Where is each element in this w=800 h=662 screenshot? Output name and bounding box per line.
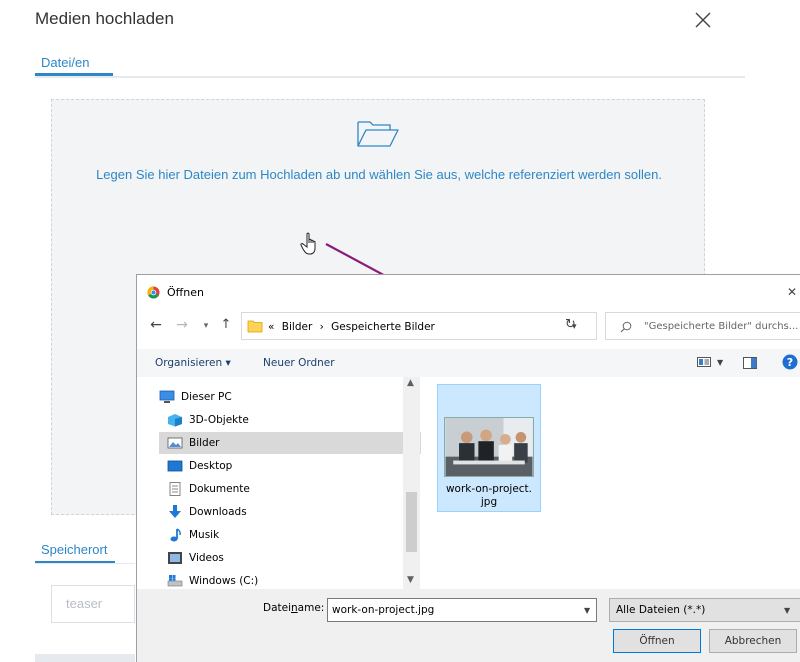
3d-objects-icon xyxy=(168,414,182,427)
breadcrumb: « Bilder › Gespeicherte Bilder xyxy=(268,321,439,333)
tree-label: Desktop xyxy=(189,460,233,472)
folder-open-icon xyxy=(357,121,399,147)
file-name-line2: jpg xyxy=(480,496,498,508)
back-arrow-icon[interactable]: ← xyxy=(149,317,163,333)
search-input[interactable]: "Gespeicherte Bilder" durchs... xyxy=(605,312,800,340)
dialog-title: Öffnen xyxy=(167,286,204,299)
tree-item-3d-objekte[interactable]: 3D-Objekte xyxy=(167,409,429,431)
tab-divider xyxy=(35,76,745,78)
chrome-icon xyxy=(147,286,160,299)
file-thumbnail xyxy=(444,417,534,477)
downloads-icon xyxy=(169,505,181,518)
folder-icon xyxy=(247,320,263,333)
filename-label-part: ame: xyxy=(297,602,325,614)
bottom-strip xyxy=(35,654,135,662)
file-item[interactable]: work-on-project. jpg xyxy=(437,384,541,512)
filename-dropdown-chevron-icon[interactable]: ▼ xyxy=(584,606,590,615)
help-icon[interactable]: ? xyxy=(782,354,798,370)
navigation-scrollbar[interactable]: ▲ ▼ xyxy=(403,377,420,589)
tree-label: Windows (C:) xyxy=(189,575,259,587)
tab-files[interactable]: Datei/en xyxy=(41,55,89,70)
forward-arrow-icon[interactable]: → xyxy=(175,317,189,333)
file-name: work-on-project. jpg xyxy=(438,483,540,509)
location-divider xyxy=(35,563,135,564)
search-placeholder: "Gespeicherte Bilder" durchs... xyxy=(644,321,799,332)
up-arrow-icon[interactable]: ↑ xyxy=(219,317,233,332)
tree-label: Downloads xyxy=(189,506,247,518)
filename-label-part: Datei xyxy=(263,602,292,614)
view-options-chevron-icon[interactable]: ▼ xyxy=(717,358,723,367)
organize-button[interactable]: Organisieren ▾ xyxy=(155,357,231,369)
file-type-value: Alle Dateien (*.*) xyxy=(616,604,706,616)
desktop-icon xyxy=(167,460,183,472)
recent-locations-chevron-icon[interactable]: ▾ xyxy=(199,321,213,331)
file-name-line1: work-on-project. xyxy=(445,483,533,495)
tree-label: 3D-Objekte xyxy=(189,414,249,426)
tree-label: Videos xyxy=(189,552,224,564)
close-icon[interactable] xyxy=(693,10,713,30)
open-button[interactable]: Öffnen xyxy=(613,629,701,653)
breadcrumb-overflow[interactable]: « xyxy=(268,321,274,333)
filename-value: work-on-project.jpg xyxy=(332,604,435,616)
preview-pane-icon[interactable] xyxy=(743,357,757,369)
file-type-select[interactable]: Alle Dateien (*.*) ▼ xyxy=(609,598,800,622)
modal-title: Medien hochladen xyxy=(35,9,174,28)
open-file-dialog: Öffnen ✕ ← → ▾ ↑ « Bilder › Gespeicherte… xyxy=(136,274,800,662)
file-type-chevron-icon[interactable]: ▼ xyxy=(784,606,790,615)
location-input[interactable]: teaser xyxy=(51,585,135,623)
breadcrumb-item-bilder[interactable]: Bilder xyxy=(282,321,312,333)
scroll-down-icon[interactable]: ▼ xyxy=(407,575,414,585)
pictures-icon xyxy=(167,437,183,449)
tree-item-desktop[interactable]: Desktop xyxy=(167,455,429,477)
dialog-footer: Dateiname: work-on-project.jpg ▼ Alle Da… xyxy=(137,589,800,662)
tree-label: Dokumente xyxy=(189,483,250,495)
svg-text:?: ? xyxy=(787,356,793,369)
computer-icon xyxy=(159,390,175,403)
dialog-toolbar: Organisieren ▾ Neuer Ordner ▼ ? xyxy=(137,349,800,377)
view-options-icon[interactable] xyxy=(697,357,711,367)
file-list-pane: work-on-project. jpg xyxy=(421,377,800,589)
tree-item-videos[interactable]: Videos xyxy=(167,547,429,569)
filename-label: Dateiname: xyxy=(263,602,324,614)
drive-icon xyxy=(167,575,183,587)
filename-input[interactable]: work-on-project.jpg ▼ xyxy=(327,598,597,622)
breadcrumb-item-gespeicherte-bilder[interactable]: Gespeicherte Bilder xyxy=(331,321,435,333)
tree-label: Dieser PC xyxy=(181,391,232,403)
documents-icon xyxy=(169,482,181,496)
tree-label: Bilder xyxy=(189,437,220,449)
search-icon xyxy=(620,321,632,333)
scroll-up-icon[interactable]: ▲ xyxy=(407,378,414,388)
tree-item-dokumente[interactable]: Dokumente xyxy=(167,478,429,500)
tree-label: Musik xyxy=(189,529,220,541)
refresh-icon[interactable]: ↻ xyxy=(565,317,576,332)
tab-location[interactable]: Speicherort xyxy=(41,542,107,557)
new-folder-button[interactable]: Neuer Ordner xyxy=(263,357,335,369)
cancel-button[interactable]: Abbrechen xyxy=(709,629,797,653)
scroll-thumb[interactable] xyxy=(406,492,417,552)
videos-icon xyxy=(168,552,182,564)
dialog-titlebar: Öffnen ✕ xyxy=(137,275,800,307)
dialog-close-icon[interactable]: ✕ xyxy=(787,285,797,299)
music-icon xyxy=(170,528,181,542)
navigation-row: ← → ▾ ↑ « Bilder › Gespeicherte Bilder ▾… xyxy=(137,311,800,341)
tree-item-dieser-pc[interactable]: Dieser PC xyxy=(159,386,421,408)
address-bar[interactable]: « Bilder › Gespeicherte Bilder ▾ xyxy=(241,312,597,340)
drop-instructions: Legen Sie hier Dateien zum Hochladen ab … xyxy=(96,167,662,182)
tree-item-musik[interactable]: Musik xyxy=(167,524,429,546)
breadcrumb-separator: › xyxy=(319,321,324,333)
tree-item-bilder[interactable]: Bilder xyxy=(159,432,421,454)
tree-item-downloads[interactable]: Downloads xyxy=(167,501,429,523)
navigation-pane: Dieser PC 3D-Objekte Bilder Desktop Doku… xyxy=(137,377,421,589)
filename-label-accesskey: n xyxy=(291,602,298,614)
